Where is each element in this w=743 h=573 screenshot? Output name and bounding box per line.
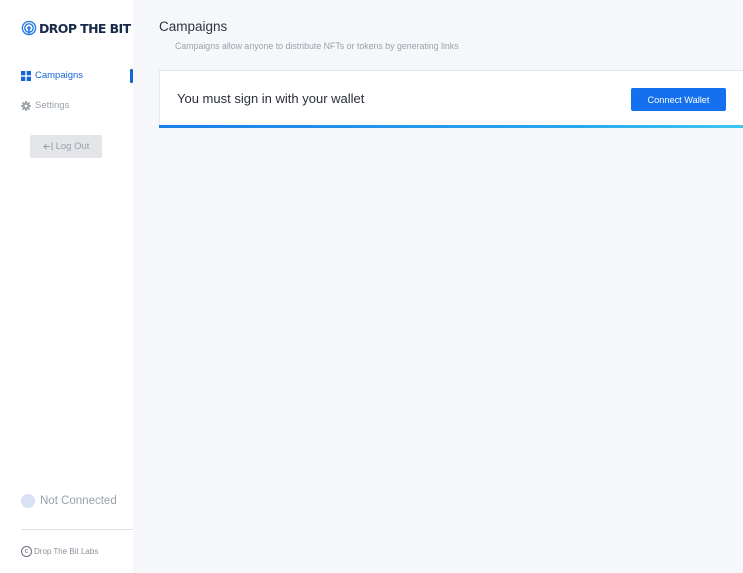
footer-text: Drop The Bit Labs: [34, 547, 99, 556]
status-dot-icon: [21, 494, 35, 508]
status-text: Not Connected: [40, 495, 117, 507]
logo[interactable]: DROP THE BIT: [21, 20, 131, 36]
gear-icon: [21, 100, 31, 111]
divider: [21, 529, 133, 530]
logo-text: DROP THE BIT: [39, 20, 131, 36]
active-indicator: [130, 69, 133, 83]
logo-icon: [21, 20, 37, 36]
logout-icon: [42, 142, 53, 151]
sidebar-item-settings[interactable]: Settings: [21, 100, 69, 111]
grid-icon: [21, 70, 31, 81]
sign-in-message: You must sign in with your wallet: [177, 91, 365, 106]
logout-label: Log Out: [55, 141, 90, 152]
sidebar-item-label: Settings: [35, 100, 70, 111]
card-accent-bar: [159, 125, 743, 128]
sign-in-card: You must sign in with your wallet Connec…: [159, 70, 743, 125]
page-subtitle: Campaigns allow anyone to distribute NFT…: [175, 41, 459, 51]
logout-button[interactable]: Log Out: [30, 135, 102, 158]
sidebar: DROP THE BIT Campaigns Settings Log Out …: [0, 0, 133, 573]
connect-wallet-button[interactable]: Connect Wallet: [631, 88, 726, 111]
sidebar-item-label: Campaigns: [35, 70, 84, 81]
page-title: Campaigns: [159, 19, 228, 34]
app-root: DROP THE BIT Campaigns Settings Log Out …: [0, 0, 743, 573]
footer: c Drop The Bit Labs: [21, 546, 98, 557]
connection-status: Not Connected: [21, 494, 117, 508]
sidebar-item-campaigns[interactable]: Campaigns: [21, 70, 83, 81]
copyright-icon: c: [21, 546, 32, 557]
